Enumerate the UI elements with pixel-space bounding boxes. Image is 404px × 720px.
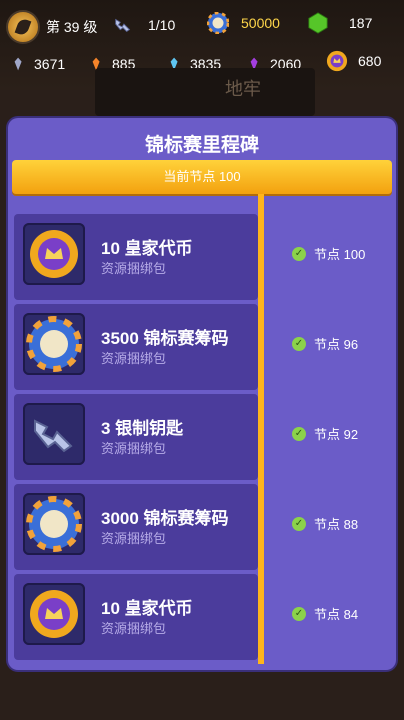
check-icon: ✓ [292,606,306,621]
royal-token-icon [30,590,78,638]
tournament-chip-icon [26,496,82,552]
silver-key-icon [115,18,131,33]
reward-icon-box [23,313,85,375]
background-dungeon-label: 地牢 [225,79,261,99]
reward-row[interactable]: 10 皇家代币 资源捆绑包 ✓ 节点 84 [14,574,390,660]
reward-subtitle: 资源捆绑包 [101,621,167,636]
chips-counter[interactable]: 50000 [207,12,280,34]
reward-node: ✓ 节点 88 [292,514,358,533]
reward-card: 3 银制钥匙 资源捆绑包 [14,394,258,480]
royal-token-counter[interactable]: 680 [326,50,381,72]
green-gem-icon [308,12,328,34]
check-icon: ✓ [292,516,306,531]
reward-subtitle: 资源捆绑包 [101,531,167,546]
silver-key-icon [34,419,73,453]
level-indicator[interactable]: 第 39 级 [6,10,97,44]
reward-card: 10 皇家代币 资源捆绑包 [14,574,258,660]
reward-name: 3000 锦标赛筹码 [101,509,229,528]
reward-node: ✓ 节点 84 [292,604,358,623]
keys-counter[interactable]: 1/10 [112,14,175,36]
reward-node: ✓ 节点 96 [292,334,358,353]
reward-node: ✓ 节点 92 [292,424,358,443]
check-icon: ✓ [292,426,306,441]
reward-name: 3 银制钥匙 [101,419,184,438]
grey-crystal-counter[interactable]: 3671 [14,53,65,75]
reward-row[interactable]: 10 皇家代币 资源捆绑包 ✓ 节点 100 [14,214,390,300]
royal-token-icon [30,230,78,278]
reward-subtitle: 资源捆绑包 [101,351,167,366]
reward-row[interactable]: 3 银制钥匙 资源捆绑包 ✓ 节点 92 [14,394,390,480]
milestone-panel: 锦标赛里程碑 当前节点 100 10 皇家代币 资源捆绑包 ✓ 节点 100 3… [8,118,396,670]
level-badge-icon [6,10,40,44]
panel-title: 锦标赛里程碑 [144,135,259,156]
reward-card: 10 皇家代币 资源捆绑包 [14,214,258,300]
level-text: 第 39 级 [46,19,98,35]
check-icon: ✓ [292,246,306,261]
reward-subtitle: 资源捆绑包 [101,441,167,456]
reward-node: ✓ 节点 100 [292,244,365,263]
reward-card: 3500 锦标赛筹码 资源捆绑包 [14,304,258,390]
reward-name: 10 皇家代币 [101,599,193,618]
royal-token-icon [326,50,348,72]
reward-subtitle: 资源捆绑包 [101,261,167,276]
current-node-text: 当前节点 100 [163,169,241,184]
reward-icon-box [23,403,85,465]
grey-crystal-icon [14,57,22,71]
reward-name: 10 皇家代币 [101,239,193,258]
tournament-chip-icon [26,316,82,372]
tournament-chip-icon [207,12,229,34]
reward-row[interactable]: 3500 锦标赛筹码 资源捆绑包 ✓ 节点 96 [14,304,390,390]
reward-name: 3500 锦标赛筹码 [101,329,229,348]
reward-icon-box [23,583,85,645]
check-icon: ✓ [292,336,306,351]
reward-card: 3000 锦标赛筹码 资源捆绑包 [14,484,258,570]
reward-row[interactable]: 3000 锦标赛筹码 资源捆绑包 ✓ 节点 88 [14,484,390,570]
gems-counter[interactable]: 187 [307,12,372,34]
reward-icon-box [23,223,85,285]
current-node-bar: 当前节点 100 [12,160,392,194]
reward-icon-box [23,493,85,555]
